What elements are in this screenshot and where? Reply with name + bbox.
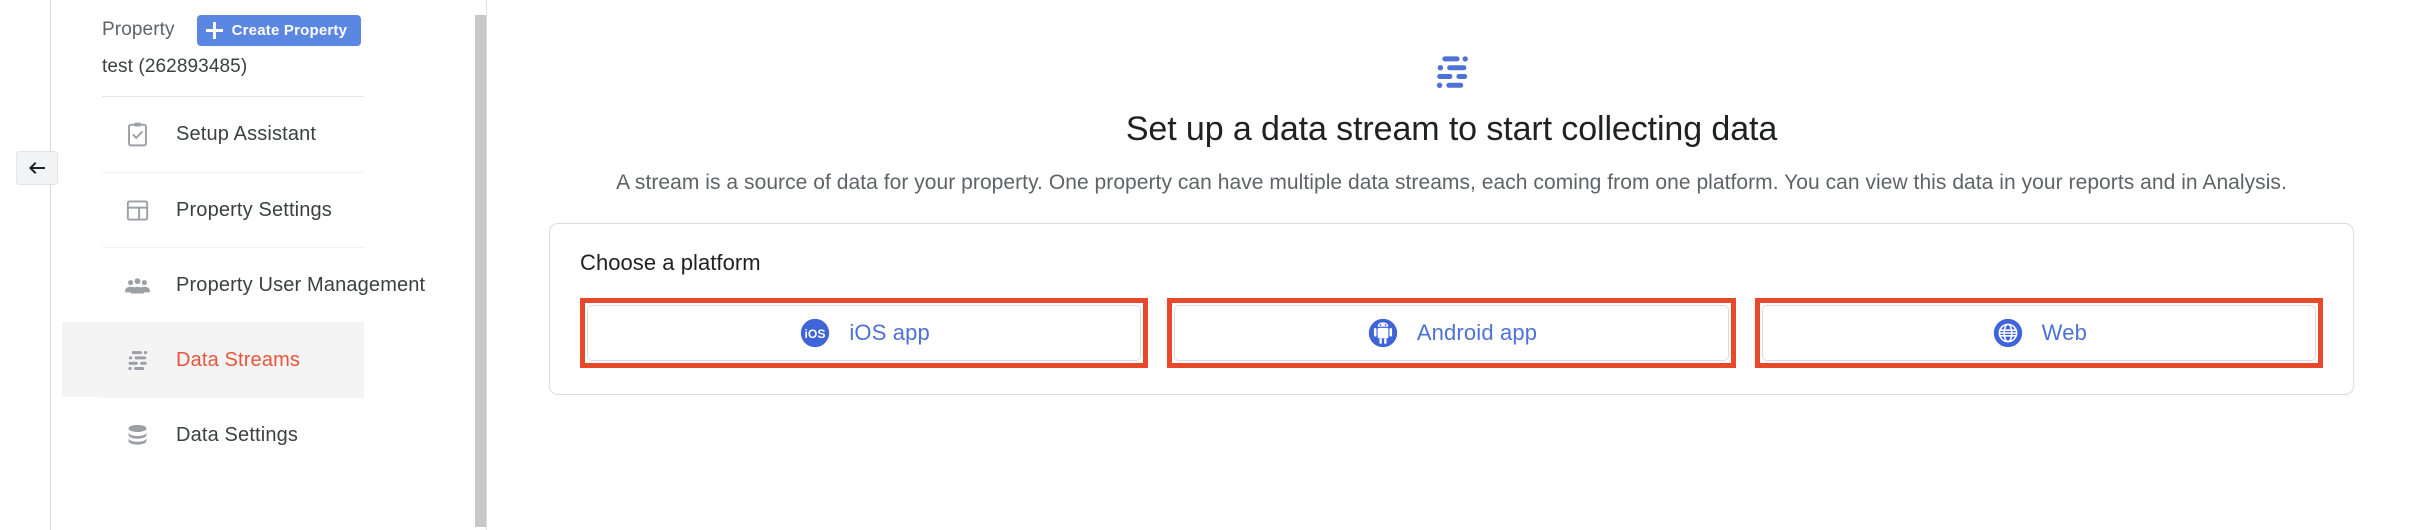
layout-panel-icon	[120, 196, 154, 225]
sidebar-item-data-streams[interactable]: Data Streams	[62, 322, 364, 397]
sidebar-item-label: Property Settings	[176, 198, 332, 221]
globe-icon	[1993, 318, 2022, 348]
web-button[interactable]: Web	[1761, 305, 2316, 361]
property-header: Property Create Property	[62, 0, 487, 46]
sidebar-item-setup-assistant[interactable]: Setup Assistant	[102, 97, 364, 172]
sidebar-nav: Setup Assistant Property Settings Proper…	[62, 97, 425, 472]
data-streams-icon	[1436, 56, 1468, 88]
back-arrow-icon	[29, 162, 45, 174]
selected-property-name: test (262893485)	[102, 56, 248, 77]
choose-platform-card: Choose a platform iOS iOS app Android ap…	[549, 223, 2354, 395]
sidebar-item-property-settings[interactable]: Property Settings	[102, 172, 364, 247]
page-title: Set up a data stream to start collecting…	[1125, 110, 1778, 148]
platform-options-row: iOS iOS app Android app Web	[580, 298, 2323, 368]
web-highlight: Web	[1754, 298, 2323, 368]
main-content: Set up a data stream to start collecting…	[487, 0, 2416, 530]
sidebar-item-label: Setup Assistant	[176, 123, 317, 145]
property-sidebar: Property Create Property test (262893485…	[62, 0, 487, 530]
create-property-label: Create Property	[231, 21, 348, 39]
android-app-label: Android app	[1416, 320, 1538, 345]
ios-app-button[interactable]: iOS iOS app	[587, 305, 1142, 361]
create-property-button[interactable]: Create Property	[196, 14, 362, 46]
data-streams-icon	[120, 346, 154, 375]
property-label: Property	[102, 19, 175, 40]
left-rail	[0, 0, 62, 530]
sidebar-item-label: Data Streams	[176, 348, 301, 371]
page-description: A stream is a source of data for your pr…	[616, 171, 2287, 194]
choose-platform-title: Choose a platform	[580, 250, 761, 275]
ios-logo-icon: iOS	[801, 318, 830, 348]
android-app-button[interactable]: Android app	[1174, 305, 1729, 361]
android-app-highlight: Android app	[1167, 298, 1736, 368]
ios-app-highlight: iOS iOS app	[580, 298, 1149, 368]
sidebar-item-data-settings[interactable]: Data Settings	[102, 397, 364, 472]
people-group-icon	[120, 271, 154, 300]
plus-icon	[205, 21, 223, 39]
analytics-data-streams-page: Property Create Property test (262893485…	[0, 0, 2416, 530]
clipboard-check-icon	[120, 120, 154, 149]
android-logo-icon	[1368, 318, 1397, 348]
ios-app-label: iOS app	[849, 320, 930, 345]
web-label: Web	[2041, 320, 2087, 345]
sidebar-item-property-user-management[interactable]: Property User Management	[102, 247, 425, 322]
svg-text:iOS: iOS	[805, 327, 826, 341]
database-stack-icon	[120, 421, 154, 450]
sidebar-item-label: Property User Management	[176, 273, 426, 296]
collapse-sidebar-button[interactable]	[16, 151, 58, 185]
sidebar-item-label: Data Settings	[176, 423, 299, 446]
rail-divider	[50, 0, 51, 530]
